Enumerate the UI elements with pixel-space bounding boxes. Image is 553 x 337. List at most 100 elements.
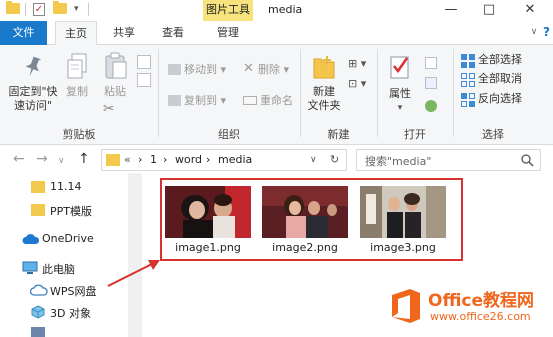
nav-item-3d-objects[interactable]: 3D 对象 xyxy=(0,301,128,323)
properties-icon xyxy=(390,56,409,79)
search-box[interactable]: 搜索"media" xyxy=(356,149,541,171)
title-bar: ✓ ▾ 图片工具 media — □ ✕ xyxy=(0,0,553,21)
help-icon[interactable]: ? xyxy=(540,21,553,45)
nav-item-label: 3D 对象 xyxy=(50,307,91,320)
nav-item-label: 11.14 xyxy=(50,180,82,193)
close-button[interactable]: ✕ xyxy=(515,0,545,21)
new-folder-button[interactable]: 新建 文件夹 xyxy=(302,85,346,113)
tab-home[interactable]: 主页 xyxy=(55,21,97,45)
copy-path-icon[interactable] xyxy=(137,55,151,69)
properties-dropdown-icon: ▾ xyxy=(397,103,403,113)
nav-item-onedrive[interactable]: OneDrive xyxy=(0,228,128,250)
folder-icon xyxy=(31,181,45,193)
search-icon[interactable] xyxy=(521,154,534,167)
overflow-chevron[interactable]: « xyxy=(124,153,131,166)
maximize-button[interactable]: □ xyxy=(474,0,504,21)
paste-button[interactable]: 粘贴 xyxy=(100,85,130,99)
properties-button[interactable]: 属性 ▾ xyxy=(384,87,416,115)
computer-icon xyxy=(22,261,38,274)
open-icon[interactable] xyxy=(425,57,437,69)
forward-arrow-icon[interactable]: → xyxy=(36,151,48,167)
rename-button[interactable]: 重命名 xyxy=(260,94,293,108)
tab-share[interactable]: 共享 xyxy=(103,21,145,45)
office-logo-icon xyxy=(392,289,420,323)
copy-to-button[interactable]: 复制到 ▾ xyxy=(184,94,226,108)
pin-label-line2: 速访问" xyxy=(13,99,53,112)
copy-to-label: 复制到 xyxy=(184,94,217,107)
pin-quick-access-button[interactable]: 固定到"快 速访问" xyxy=(6,85,60,113)
group-label-open: 打开 xyxy=(404,128,426,141)
divider xyxy=(88,3,89,16)
back-arrow-icon[interactable]: ← xyxy=(13,151,25,167)
nav-item-label: OneDrive xyxy=(42,232,94,245)
breadcrumb-media[interactable]: media xyxy=(218,153,252,166)
tab-manage[interactable]: 管理 xyxy=(204,21,252,45)
easy-access-icon[interactable]: ⊡ ▾ xyxy=(348,77,366,90)
refresh-icon[interactable]: ↻ xyxy=(330,153,339,166)
tab-view[interactable]: 查看 xyxy=(152,21,194,45)
divider xyxy=(453,49,454,137)
copy-button[interactable]: 复制 xyxy=(62,85,92,99)
up-arrow-icon[interactable]: ↑ xyxy=(78,151,90,167)
invert-selection-button[interactable]: 反向选择 xyxy=(478,92,522,106)
history-icon[interactable] xyxy=(425,100,437,112)
cube-3d-icon xyxy=(31,305,45,319)
wps-cloud-icon xyxy=(30,284,48,296)
ribbon-tabs: 文件 主页 共享 查看 管理 ∨ ? xyxy=(0,21,553,45)
properties-check-icon[interactable]: ✓ xyxy=(33,3,45,16)
folder-icon xyxy=(6,1,20,14)
address-dropdown-icon[interactable]: ∨ xyxy=(310,155,317,165)
nav-item-11-14[interactable]: 11.14 xyxy=(0,176,128,198)
recent-locations-icon[interactable]: ∨ xyxy=(58,153,65,169)
edit-icon[interactable] xyxy=(425,77,437,89)
rename-icon xyxy=(243,96,257,105)
navigation-pane: 11.14 PPT模版 OneDrive 此电脑 WPS网盘 3D 对象 xyxy=(0,173,128,337)
breadcrumb-separator-icon: › xyxy=(138,153,143,166)
minimize-button[interactable]: — xyxy=(436,0,466,21)
search-placeholder: 搜索"media" xyxy=(365,155,432,168)
group-label-clipboard: 剪贴板 xyxy=(62,128,96,141)
nav-pane-scrollbar[interactable] xyxy=(128,173,142,337)
quick-access-dropdown-icon[interactable]: ▾ xyxy=(74,4,79,14)
paste-shortcut-icon[interactable] xyxy=(137,73,151,87)
select-none-icon xyxy=(461,73,475,87)
copy-to-icon xyxy=(168,95,181,106)
tab-file[interactable]: 文件 xyxy=(0,21,47,45)
divider xyxy=(25,3,26,16)
new-folder-quick-icon[interactable] xyxy=(53,1,67,14)
group-label-select: 选择 xyxy=(482,128,504,141)
new-folder-label-line2: 文件夹 xyxy=(307,99,341,112)
properties-label: 属性 xyxy=(389,87,411,100)
breadcrumb-separator-icon: › xyxy=(206,153,211,166)
select-none-button[interactable]: 全部取消 xyxy=(478,72,522,86)
nav-item-label: PPT模版 xyxy=(50,205,92,218)
select-all-button[interactable]: 全部选择 xyxy=(478,53,522,67)
divider xyxy=(300,49,301,137)
watermark-url: www.office26.com xyxy=(430,310,531,323)
move-to-label: 移动到 xyxy=(184,63,217,76)
nav-item-label: 此电脑 xyxy=(42,263,75,276)
address-bar[interactable]: « › 1 › word › media ∨ ↻ xyxy=(101,149,347,171)
group-label-new: 新建 xyxy=(327,128,350,141)
nav-item-ppt-templates[interactable]: PPT模版 xyxy=(0,199,128,221)
delete-label: 删除 xyxy=(258,63,280,76)
new-folder-icon xyxy=(313,56,335,79)
paste-icon xyxy=(105,52,127,79)
watermark: Office教程网 www.office26.com xyxy=(382,284,553,330)
divider xyxy=(377,49,378,137)
breadcrumb-1[interactable]: 1 xyxy=(150,153,157,166)
navigation-bar: ← → ∨ ↑ « › 1 › word › media ∨ ↻ 搜索"medi… xyxy=(0,146,553,173)
cut-scissors-icon[interactable]: ✂ xyxy=(103,101,115,117)
divider xyxy=(158,49,159,137)
copy-icon xyxy=(67,53,87,79)
collapse-ribbon-icon[interactable]: ∨ xyxy=(527,21,541,45)
breadcrumb-word[interactable]: word xyxy=(175,153,202,166)
breadcrumb-separator-icon: › xyxy=(163,153,168,166)
watermark-brand: Office教程网 xyxy=(428,291,535,311)
new-folder-label-line1: 新建 xyxy=(313,85,335,98)
new-item-icon[interactable]: ⊞ ▾ xyxy=(348,57,366,70)
ribbon: 固定到"快 速访问" 复制 粘贴 ✂ 剪贴板 移动到 ▾ 复制到 ▾ ✕ 删除 … xyxy=(0,45,553,145)
move-to-button[interactable]: 移动到 ▾ xyxy=(184,63,226,77)
delete-button[interactable]: 删除 ▾ xyxy=(258,63,289,77)
nav-item-label: WPS网盘 xyxy=(50,285,97,298)
